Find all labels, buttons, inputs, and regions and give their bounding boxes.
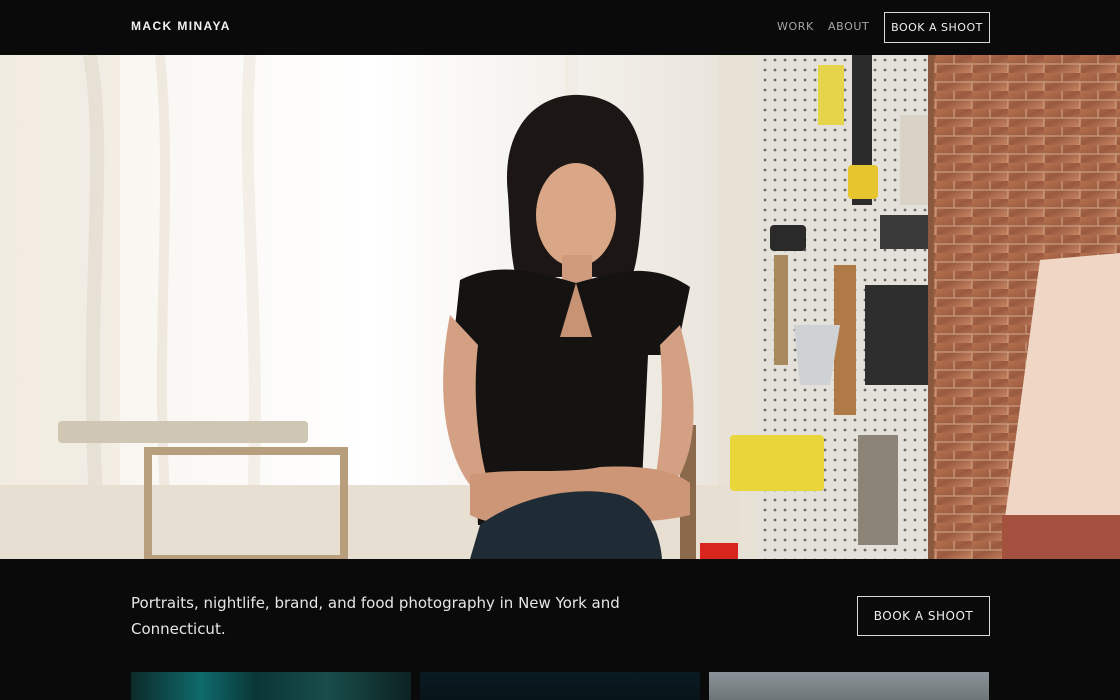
site-header: MACK MINAYA WORK ABOUT BOOK A SHOOT [0,0,1120,55]
gallery-thumbnail[interactable] [420,672,700,700]
hero-photo [0,55,1120,559]
hero-image [0,55,1120,559]
gallery-thumbnail[interactable] [131,672,411,700]
book-shoot-button[interactable]: BOOK A SHOOT [857,596,990,636]
intro-text: Portraits, nightlife, brand, and food ph… [131,594,620,638]
nav-about[interactable]: ABOUT [828,20,869,33]
gallery-thumbnail[interactable] [709,672,989,700]
book-shoot-button-header[interactable]: BOOK A SHOOT [884,12,990,43]
brand-logo[interactable]: MACK MINAYA [131,19,231,33]
nav-work[interactable]: WORK [777,20,814,33]
